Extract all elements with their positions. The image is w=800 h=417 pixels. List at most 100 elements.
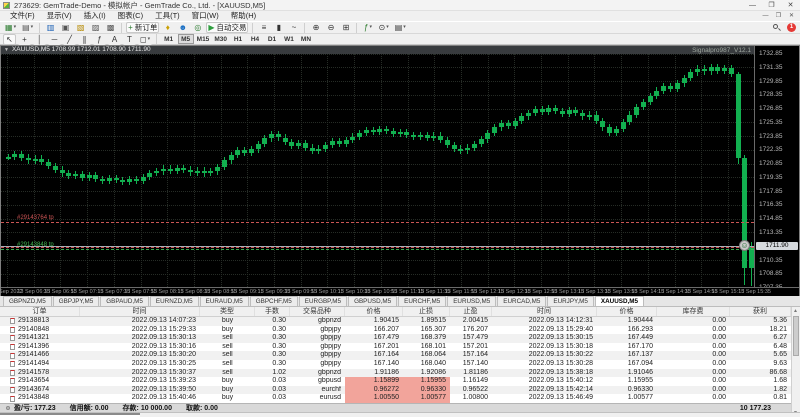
price-tick-label: 1716.35 (759, 201, 783, 209)
column-header-11[interactable]: 获利 (730, 307, 791, 316)
symbol-tab-eurjpy[interactable]: EURJPY,M5 (547, 296, 594, 306)
column-header-4[interactable]: 交易品种 (290, 307, 345, 316)
table-row[interactable]: 29141396 2022.09.13 15:30:16 sell 0.30 gbpjp… (0, 343, 791, 352)
symbol-tab-euraud[interactable]: EURAUD,M5 (199, 296, 249, 306)
navigator-icon[interactable]: ▧ (74, 22, 88, 33)
column-header-6[interactable]: 止损 (403, 307, 450, 316)
web-icon[interactable]: ◎ (191, 22, 205, 33)
templates-icon[interactable]: ▤ ▾ (392, 22, 408, 33)
timeframe-button-d1[interactable]: D1 (264, 34, 280, 44)
symbol-tab-eurusd[interactable]: EURUSD,M5 (447, 296, 497, 306)
cursor-icon[interactable]: ↖ (3, 33, 16, 45)
column-header-1[interactable]: 时间 (80, 307, 200, 316)
menu-item-6[interactable]: 帮助(H) (225, 11, 262, 21)
data-window-icon[interactable]: ▣ (59, 22, 73, 33)
zoom-in-icon[interactable]: ⊕ (309, 22, 323, 33)
timeframe-button-m30[interactable]: M30 (212, 34, 229, 44)
table-row[interactable]: 29141466 2022.09.13 15:30:20 sell 0.30 gbpjp… (0, 351, 791, 360)
fibonacci-icon[interactable]: ƒ (93, 33, 106, 45)
periods-icon[interactable]: ⊙ ▾ (376, 22, 391, 33)
menu-item-3[interactable]: 图表(C) (112, 11, 149, 21)
candles-chart-icon[interactable]: ▮ (272, 22, 286, 33)
symbol-tab-gbpjpy[interactable]: GBPJPY,M5 (52, 296, 100, 306)
trendline-icon[interactable]: ╱ (63, 33, 76, 45)
candle-body (661, 86, 667, 91)
table-row[interactable]: 29143654 2022.09.13 15:39:23 buy 0.03 gbpusd… (0, 377, 791, 386)
candle-body (302, 143, 308, 148)
new-order-button[interactable]: + 新订单 (126, 22, 160, 33)
scroll-up-icon[interactable]: ▲ (793, 308, 798, 314)
table-rows: 29138813 2022.09.13 14:07:23 buy 0.30 gbpnzd… (0, 317, 791, 403)
timeframe-button-h4[interactable]: H4 (247, 34, 263, 44)
minimize-icon[interactable]: — (743, 0, 762, 11)
zoom-out-icon[interactable]: ⊖ (324, 22, 338, 33)
timeframe-button-m5[interactable]: M5 (177, 34, 194, 44)
column-header-0[interactable]: 订单 (0, 307, 80, 316)
column-header-8[interactable]: 时间 (492, 307, 597, 316)
scroll-thumb[interactable] (793, 316, 799, 356)
column-header-9[interactable]: 价格 (597, 307, 657, 316)
horizontal-line-icon[interactable]: ─ (48, 33, 61, 45)
menu-item-4[interactable]: 工具(T) (149, 11, 186, 21)
symbol-tab-eurcad[interactable]: EURCAD,M5 (497, 296, 547, 306)
table-scrollbar[interactable]: ▲ ▼ (791, 307, 800, 417)
column-header-7[interactable]: 止盈 (450, 307, 492, 316)
maximize-icon[interactable]: ❐ (762, 0, 781, 11)
timeframe-button-m15[interactable]: M15 (195, 34, 212, 44)
autotrading-button[interactable]: ▶ 自动交易 (206, 22, 249, 33)
timeframe-button-w1[interactable]: W1 (281, 34, 297, 44)
channel-icon[interactable]: ∥ (78, 33, 91, 45)
market-watch-icon[interactable]: ▥ (44, 22, 58, 33)
column-header-10[interactable]: 库存费 (657, 307, 730, 316)
candlestick-chart[interactable]: #29143764 tp#29143848 tp☺ (1, 46, 754, 287)
indicators-icon[interactable]: ƒ ▾ (361, 22, 375, 33)
timeframe-button-mn[interactable]: MN (298, 34, 314, 44)
timeframe-button-h1[interactable]: H1 (230, 34, 246, 44)
shapes-icon[interactable]: ◻ ▾ (138, 33, 153, 45)
table-row[interactable]: 29138813 2022.09.13 14:07:23 buy 0.30 gbpnzd… (0, 317, 791, 326)
table-row[interactable]: 29141494 2022.09.13 15:30:25 sell 0.30 gbpjp… (0, 360, 791, 369)
symbol-tab-eurchf[interactable]: EURCHF,M5 (398, 296, 447, 306)
table-row[interactable]: 29140848 2022.09.13 15:29:33 buy 0.30 gbpjpy… (0, 326, 791, 335)
crosshair-icon[interactable]: + (18, 33, 31, 45)
column-header-3[interactable]: 手数 (255, 307, 290, 316)
timeframe-button-m1[interactable]: M1 (161, 34, 177, 44)
column-header-5[interactable]: 价格 (345, 307, 403, 316)
vertical-line-icon[interactable]: │ (33, 33, 46, 45)
mdi-minimize-icon[interactable]: — (759, 11, 772, 21)
menu-item-0[interactable]: 文件(F) (4, 11, 41, 21)
community-icon[interactable]: ☻ (176, 22, 190, 33)
symbol-tab-gbpaud[interactable]: GBPAUD,M5 (100, 296, 149, 306)
candle-body (25, 157, 31, 161)
cell-id: 29143848 (0, 394, 80, 403)
symbol-tab-gbpchf[interactable]: GBPCHF,M5 (249, 296, 298, 306)
menu-item-2[interactable]: 插入(I) (78, 11, 112, 21)
close-icon[interactable]: ✕ (781, 0, 800, 11)
symbol-tab-eurgbp[interactable]: EURGBP,M5 (298, 296, 348, 306)
table-row[interactable]: 29141321 2022.09.13 15:30:13 sell 0.30 gbpjp… (0, 334, 791, 343)
tile-windows-icon[interactable]: ⊞ (339, 22, 353, 33)
table-row[interactable]: 29143674 2022.09.13 15:39:50 buy 0.03 eurchf… (0, 385, 791, 395)
strategy-tester-icon[interactable]: ▩ (104, 22, 118, 33)
symbol-tab-gbpusd[interactable]: GBPUSD,M5 (348, 296, 398, 306)
label-icon[interactable]: T (123, 33, 136, 45)
new-chart-icon[interactable]: ▦ ▾ (3, 22, 19, 33)
column-header-2[interactable]: 类型 (200, 307, 255, 316)
mdi-close-icon[interactable]: ✕ (785, 11, 798, 21)
mdi-restore-icon[interactable]: ❐ (772, 11, 785, 21)
symbol-tab-xauusd[interactable]: XAUUSD,M5 (594, 296, 645, 306)
profiles-icon[interactable]: ▤ ▾ (20, 22, 36, 33)
table-row[interactable]: 29143848 2022.09.13 15:40:46 buy 0.03 eurusd… (0, 394, 791, 403)
menu-item-5[interactable]: 窗口(W) (186, 11, 225, 21)
menu-item-1[interactable]: 显示(V) (41, 11, 78, 21)
symbol-tab-gbpnzd[interactable]: GBPNZD,M5 (3, 296, 52, 306)
alert-badge[interactable]: 1 (787, 23, 796, 32)
text-icon[interactable]: A (108, 33, 121, 45)
search-icon[interactable] (773, 23, 781, 32)
metaeditor-icon[interactable]: ♦ (161, 22, 175, 33)
terminal-icon[interactable]: ▨ (89, 22, 103, 33)
line-chart-icon[interactable]: ~ (287, 22, 301, 33)
table-row[interactable]: 29141578 2022.09.13 15:30:37 sell 1.02 gbpnz… (0, 368, 791, 378)
symbol-tab-eurnzd[interactable]: EURNZD,M5 (149, 296, 199, 306)
bars-chart-icon[interactable]: ≡ (257, 22, 271, 33)
